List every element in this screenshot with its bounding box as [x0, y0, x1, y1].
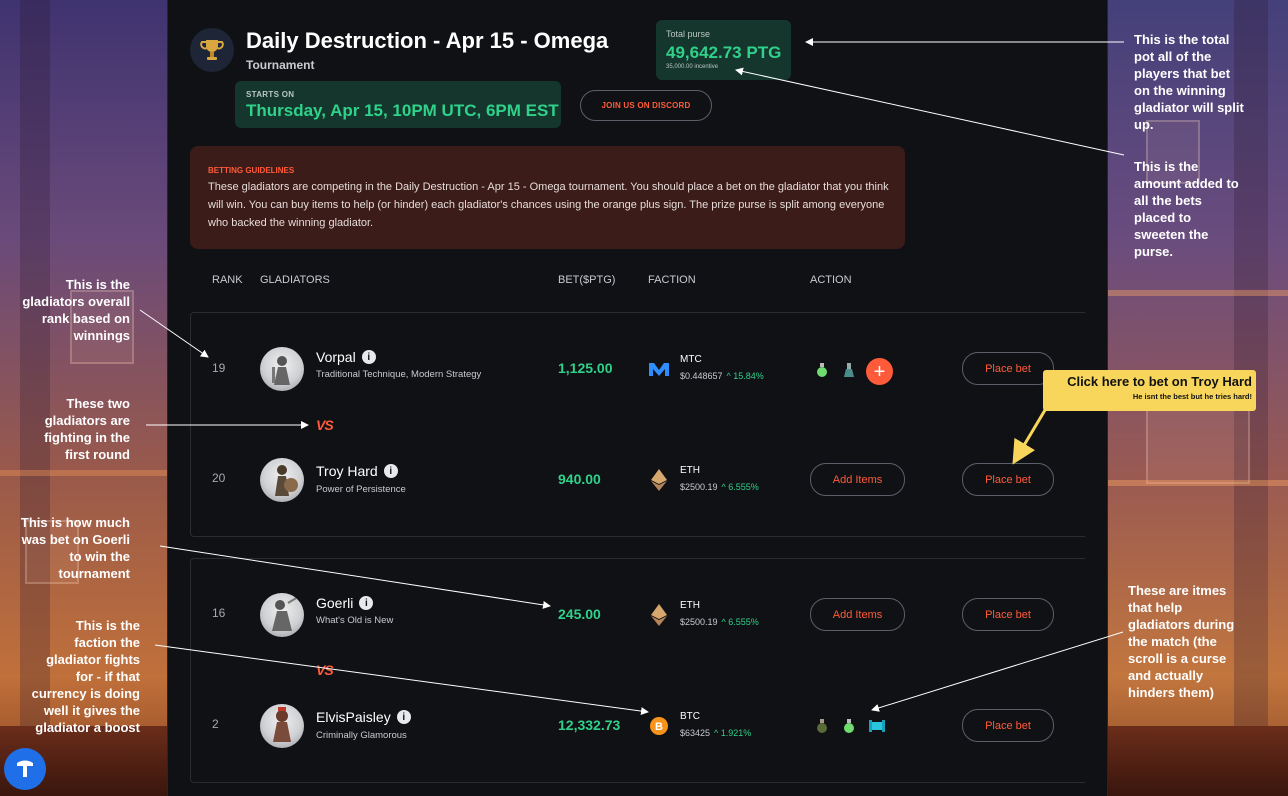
purse-value: 49,642.73 PTG [666, 43, 782, 62]
gladiator-avatar [260, 593, 304, 637]
header-rank: RANK [212, 274, 243, 286]
eth-faction-icon [648, 469, 670, 491]
gladiator-name: Goerli i [316, 595, 374, 611]
info-icon[interactable]: i [396, 710, 411, 724]
gladiator-name-text: ElvisPaisley [316, 709, 391, 725]
total-purse-card: Total purse 49,642.73 PTG 35,000.00 ince… [656, 20, 791, 80]
gladiator-name-text: Vorpal [316, 349, 356, 365]
bet-amount: 12,332.73 [558, 717, 621, 733]
trophy-icon [190, 28, 234, 72]
betting-guidelines: BETTING GUIDELINES These gladiators are … [190, 146, 905, 249]
gladiator-description: Power of Persistence [316, 484, 406, 495]
place-bet-button[interactable]: Place bet [962, 463, 1054, 496]
btc-faction-icon: B [648, 715, 670, 737]
add-items-button[interactable]: Add Items [810, 463, 905, 496]
faction-price-value: $0.448657 [680, 371, 723, 381]
potion-icon [842, 718, 856, 734]
info-icon[interactable]: i [359, 596, 374, 610]
header-gladiators: GLADIATORS [260, 274, 330, 286]
flask-icon [842, 362, 856, 378]
annotation-bet: This is how much was bet on Goerli to wi… [20, 515, 130, 581]
faction-name: MTC [680, 354, 702, 365]
faction-price: $2500.19 ^ 6.555% [680, 482, 759, 492]
faction-price-value: $2500.19 [680, 617, 718, 627]
bet-amount: 1,125.00 [558, 360, 613, 376]
gladiator-avatar [260, 347, 304, 391]
mtc-faction-icon [648, 358, 670, 380]
gladiator-avatar [260, 458, 304, 502]
callout-title: Click here to bet on Troy Hard [1067, 374, 1252, 389]
faction-price: $63425 ^ 1.921% [680, 728, 751, 738]
t-logo-icon [17, 760, 33, 777]
faction-price: $2500.19 ^ 6.555% [680, 617, 759, 627]
discord-button[interactable]: JOIN US ON DISCORD [580, 90, 712, 121]
annotation-total-purse: This is the total pot all of the players… [1134, 32, 1244, 132]
faction-price-value: $63425 [680, 728, 711, 738]
gladiator-name-text: Troy Hard [316, 463, 378, 479]
bet-amount: 245.00 [558, 606, 601, 622]
page-title: Daily Destruction - Apr 15 - Omega [246, 28, 609, 53]
gladiator-description: What's Old is New [316, 615, 394, 626]
place-bet-button[interactable]: Place bet [962, 598, 1054, 631]
guidelines-text: These gladiators are competing in the Da… [208, 181, 889, 229]
annotation-rank: This is the gladiators overall rank base… [22, 277, 130, 343]
place-bet-button[interactable]: Place bet [962, 709, 1054, 742]
rank-value: 19 [212, 361, 226, 375]
vs-label: VS [316, 662, 334, 678]
gladiator-avatar [260, 704, 304, 748]
place-bet-button[interactable]: Place bet [962, 352, 1054, 385]
annotation-faction: This is the faction the gladiator fights… [31, 618, 140, 735]
annotation-vs: These two gladiators are fighting in the… [44, 396, 130, 462]
bet-amount: 940.00 [558, 471, 601, 487]
app-launcher-button[interactable] [4, 748, 46, 790]
faction-price: $0.448657 ^ 15.84% [680, 371, 764, 381]
header-faction: FACTION [648, 274, 696, 286]
purse-label: Total purse [666, 29, 711, 39]
purse-incentive: 35,000.00 incentive [666, 64, 719, 70]
gladiator-name: Vorpal i [316, 349, 376, 365]
svg-text:B: B [655, 721, 663, 733]
gladiator-name-text: Goerli [316, 595, 354, 611]
rank-value: 2 [212, 717, 219, 731]
potion-icon [815, 362, 829, 378]
starts-label: STARTS ON [246, 90, 295, 99]
page-subtitle: Tournament [246, 58, 315, 72]
rank-value: 16 [212, 606, 226, 620]
faction-name: BTC [680, 711, 700, 722]
gladiator-description: Criminally Glamorous [316, 730, 407, 741]
gladiator-name: Troy Hard i [316, 463, 398, 479]
callout-subtitle: He isnt the best but he tries hard! [1132, 392, 1252, 401]
gladiator-name: ElvisPaisley i [316, 709, 411, 725]
add-items-button[interactable]: Add Items [810, 598, 905, 631]
faction-change: ^ 15.84% [726, 371, 764, 381]
vs-label: VS [316, 417, 334, 433]
info-icon[interactable]: i [383, 464, 398, 478]
annotation-incentive: This is the amount added to all the bets… [1134, 159, 1239, 259]
gladiator-description: Traditional Technique, Modern Strategy [316, 369, 482, 380]
header-action: ACTION [810, 274, 852, 286]
faction-change: ^ 6.555% [721, 617, 759, 627]
starts-value: Thursday, Apr 15, 10PM UTC, 6PM EST [246, 101, 559, 120]
rank-value: 20 [212, 471, 226, 485]
info-icon[interactable]: i [361, 350, 376, 364]
eth-faction-icon [648, 604, 670, 626]
faction-change: ^ 1.921% [714, 728, 752, 738]
faction-change: ^ 6.555% [721, 482, 759, 492]
annotation-items: These are itmes that help gladiators dur… [1128, 583, 1235, 700]
guidelines-title: BETTING GUIDELINES [208, 166, 295, 175]
add-item-plus-button[interactable]: + [866, 358, 893, 385]
faction-name: ETH [680, 600, 700, 611]
scroll-curse-icon [815, 718, 829, 734]
header-bet: BET($PTG) [558, 274, 616, 286]
faction-name: ETH [680, 465, 700, 476]
start-time-card: STARTS ON Thursday, Apr 15, 10PM UTC, 6P… [235, 81, 561, 128]
troy-hard-callout: Click here to bet on Troy Hard He isnt t… [1043, 370, 1256, 411]
faction-price-value: $2500.19 [680, 482, 718, 492]
scroll-icon [869, 718, 885, 734]
